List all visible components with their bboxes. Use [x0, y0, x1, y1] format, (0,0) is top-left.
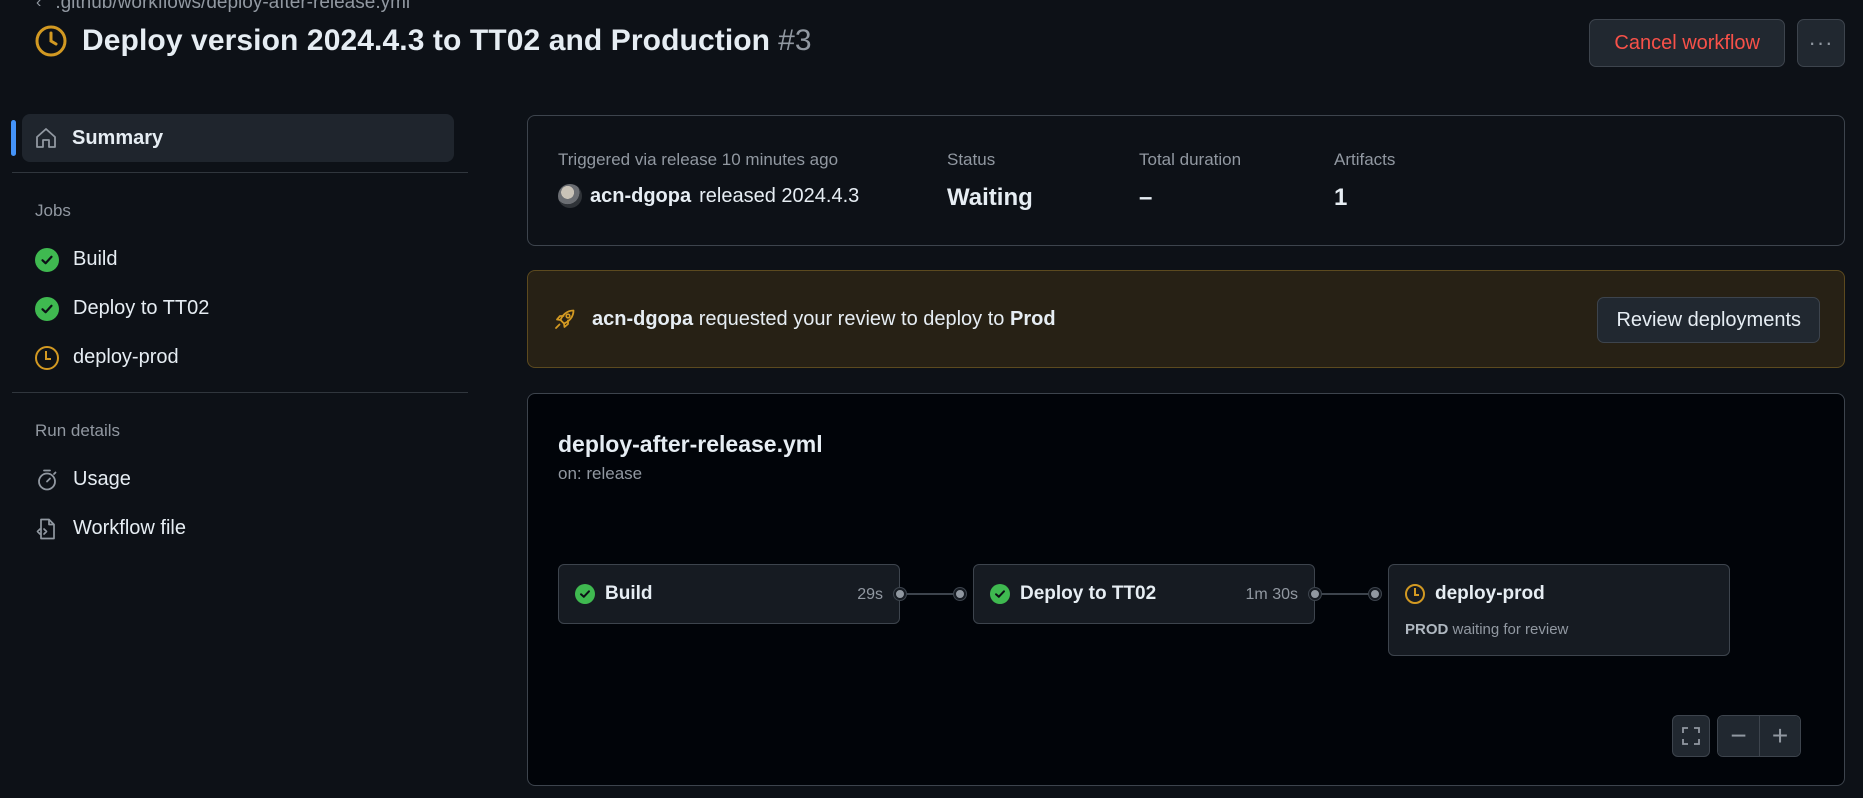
graph-connector [900, 593, 960, 595]
job-duration: 1m 30s [1245, 586, 1298, 603]
graph-connector [1315, 593, 1375, 595]
chevron-left-icon[interactable]: ‹ [36, 0, 41, 12]
zoom-out-button[interactable]: − [1718, 716, 1759, 756]
job-duration: 29s [857, 586, 883, 603]
job-name: Deploy to TT02 [1020, 583, 1157, 604]
review-deployments-button[interactable]: Review deployments [1597, 297, 1820, 343]
sidebar-item-label: Build [73, 248, 118, 270]
cancel-workflow-button[interactable]: Cancel workflow [1589, 19, 1785, 67]
sidebar-item-usage[interactable]: Usage [0, 455, 468, 504]
sidebar-item-label: Deploy to TT02 [73, 297, 210, 319]
clock-icon [1405, 584, 1425, 604]
workflow-file-name[interactable]: deploy-after-release.yml [558, 431, 823, 458]
kebab-horizontal-icon: ··· [1808, 30, 1834, 55]
sidebar-item-label: Summary [72, 126, 164, 149]
sidebar-item-summary[interactable]: Summary [11, 114, 454, 162]
avatar[interactable] [558, 184, 582, 208]
graph-node-deploy-tt02[interactable]: Deploy to TT02 1m 30s [973, 564, 1315, 624]
duration-info: Total duration – [1139, 150, 1241, 212]
artifacts-value[interactable]: 1 [1334, 184, 1395, 212]
graph-node-build[interactable]: Build 29s [558, 564, 900, 624]
trigger-info: Triggered via release 10 minutes ago acn… [558, 150, 859, 208]
sidebar-item-workflow-file[interactable]: Workflow file [0, 504, 468, 553]
zoom-in-button[interactable]: + [1759, 716, 1800, 756]
page-title: Deploy version 2024.4.3 to TT02 and Prod… [82, 24, 812, 57]
graph-node-port [1369, 588, 1381, 600]
rocket-icon [555, 309, 575, 329]
plus-icon: + [1771, 720, 1789, 751]
run-summary-card: Triggered via release 10 minutes ago acn… [527, 115, 1845, 246]
minus-icon: − [1730, 720, 1747, 751]
artifacts-label: Artifacts [1334, 150, 1396, 169]
check-circle-icon [35, 247, 59, 272]
check-circle-icon [35, 296, 59, 321]
breadcrumb[interactable]: ‹ .github/workflows/deploy-after-release… [36, 0, 410, 14]
file-code-icon [35, 517, 59, 541]
more-options-button[interactable]: ··· [1797, 19, 1845, 67]
graph-node-port [954, 588, 966, 600]
zoom-controls: − + [1717, 715, 1801, 757]
job-status-note: PROD waiting for review [1405, 621, 1569, 638]
clock-icon [35, 25, 67, 57]
artifacts-info: Artifacts 1 [1334, 150, 1395, 212]
fullscreen-button[interactable] [1672, 715, 1710, 757]
job-name: deploy-prod [1435, 583, 1545, 604]
sidebar-item-label: Usage [73, 468, 131, 490]
check-circle-icon [990, 584, 1010, 604]
breadcrumb-path[interactable]: .github/workflows/deploy-after-release.y… [55, 0, 410, 14]
actor-link[interactable]: acn-dgopa [590, 185, 691, 208]
page-title-row: Deploy version 2024.4.3 to TT02 and Prod… [34, 24, 812, 58]
job-name: Build [605, 583, 653, 604]
sidebar-item-deploy-prod[interactable]: deploy-prod [0, 333, 468, 382]
divider [12, 392, 468, 393]
sidebar-item-label: Workflow file [73, 517, 186, 539]
clock-icon [35, 345, 59, 370]
trigger-action: released 2024.4.3 [699, 184, 860, 207]
duration-value: – [1139, 184, 1153, 211]
stopwatch-icon [35, 468, 59, 492]
sidebar-item-label: deploy-prod [73, 346, 179, 368]
actor-link[interactable]: acn-dgopa [592, 308, 693, 330]
check-circle-icon [575, 584, 595, 604]
run-number: #3 [778, 24, 812, 57]
workflow-graph: deploy-after-release.yml on: release Bui… [527, 393, 1845, 786]
status-label: Status [947, 150, 996, 169]
graph-node-port [1309, 588, 1321, 600]
review-message: acn-dgopa requested your review to deplo… [592, 307, 1056, 330]
sidebar-item-deploy-tt02[interactable]: Deploy to TT02 [0, 284, 468, 333]
workflow-trigger: on: release [558, 464, 643, 483]
home-icon [36, 128, 56, 148]
run-details-heading: Run details [35, 421, 121, 440]
divider [12, 172, 468, 173]
graph-node-port [894, 588, 906, 600]
status-info: Status Waiting [947, 150, 1033, 212]
trigger-label: Triggered via release 10 minutes ago [558, 150, 839, 169]
status-value: Waiting [947, 184, 1033, 211]
review-request-banner: acn-dgopa requested your review to deplo… [527, 270, 1845, 368]
sidebar: Summary Jobs Build Deploy to TT02 deploy… [0, 114, 468, 553]
jobs-heading: Jobs [35, 201, 71, 220]
graph-node-deploy-prod[interactable]: deploy-prod PROD waiting for review [1388, 564, 1730, 656]
sidebar-item-build[interactable]: Build [0, 235, 468, 284]
environment-name: Prod [1009, 307, 1056, 330]
fullscreen-icon [1682, 727, 1700, 745]
duration-label: Total duration [1139, 150, 1242, 169]
